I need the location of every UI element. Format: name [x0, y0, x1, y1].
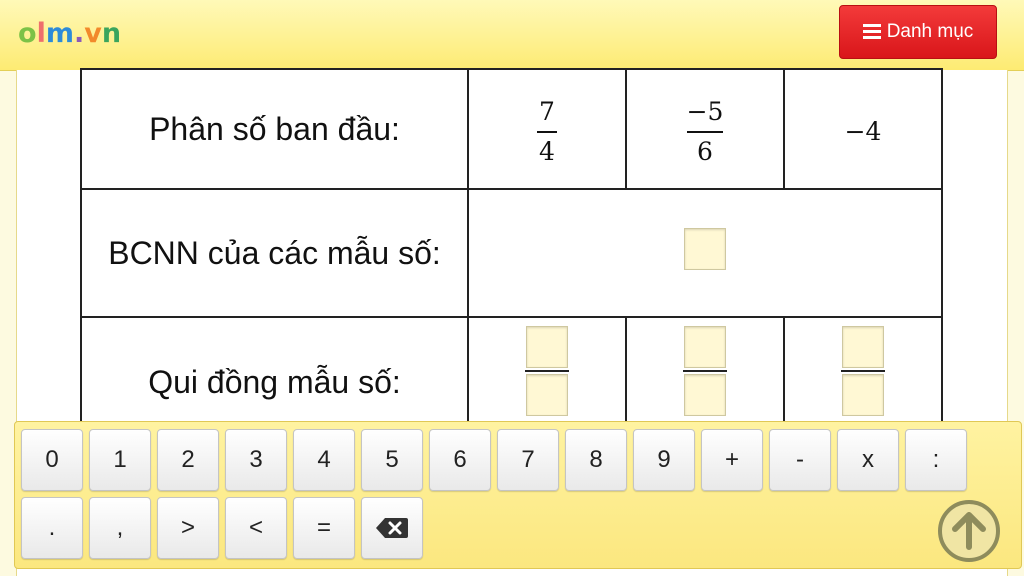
denominator-input[interactable] [684, 374, 726, 416]
lcm-input[interactable] [684, 228, 726, 270]
key-4[interactable]: 4 [293, 429, 355, 491]
menu-button-label: Danh mục [886, 21, 974, 42]
key-minus[interactable]: - [769, 429, 831, 491]
menu-button[interactable]: Danh mục [839, 5, 997, 59]
key-comma[interactable]: , [89, 497, 151, 559]
key-greater-than[interactable]: > [157, 497, 219, 559]
logo-letter: l [36, 18, 46, 49]
denominator: 6 [697, 137, 713, 166]
arrow-up-circle-icon[interactable] [938, 500, 1000, 562]
fraction: 7 4 [537, 97, 557, 167]
row-label: Phân số ban đầu: [149, 110, 400, 147]
key-6[interactable]: 6 [429, 429, 491, 491]
header-bar: olm.vn Danh mục [0, 0, 1024, 71]
row-label: Qui đồng mẫu số: [148, 364, 401, 400]
fraction-table: Phân số ban đầu: 7 4 −5 6 −4 BCNN của cá… [80, 68, 943, 460]
key-0[interactable]: 0 [21, 429, 83, 491]
numerator-input[interactable] [684, 326, 726, 368]
key-divide[interactable]: : [905, 429, 967, 491]
fraction-input [525, 326, 569, 416]
key-less-than[interactable]: < [225, 497, 287, 559]
whole-number: −4 [844, 116, 882, 146]
numerator: 7 [539, 97, 555, 126]
key-5[interactable]: 5 [361, 429, 423, 491]
logo-letter: v [84, 18, 102, 49]
key-2[interactable]: 2 [157, 429, 219, 491]
backspace-icon [375, 517, 409, 539]
key-multiply[interactable]: x [837, 429, 899, 491]
value-cell: −4 [783, 68, 943, 190]
key-3[interactable]: 3 [225, 429, 287, 491]
denominator: 4 [539, 137, 555, 166]
table-row: Phân số ban đầu: 7 4 −5 6 −4 [80, 68, 943, 190]
numerator: −5 [686, 97, 724, 126]
logo-letter: n [101, 18, 122, 49]
row-label: BCNN của các mẫu số: [108, 234, 441, 271]
value-cell: −5 6 [625, 68, 785, 190]
list-icon [862, 24, 881, 40]
logo-letter: m [45, 18, 74, 49]
key-plus[interactable]: + [701, 429, 763, 491]
row-label-cell: Phân số ban đầu: [80, 68, 469, 190]
fraction-input [683, 326, 727, 416]
lcm-answer-cell [467, 188, 943, 318]
fraction: −5 6 [686, 97, 724, 167]
site-logo[interactable]: olm.vn [18, 18, 121, 49]
logo-letter: . [73, 18, 85, 49]
row-label-cell: BCNN của các mẫu số: [80, 188, 469, 318]
numerator-input[interactable] [526, 326, 568, 368]
key-backspace[interactable] [361, 497, 423, 559]
denominator-input[interactable] [526, 374, 568, 416]
numerator-input[interactable] [842, 326, 884, 368]
table-row: BCNN của các mẫu số: [80, 188, 943, 318]
value-cell: 7 4 [467, 68, 627, 190]
denominator-input[interactable] [842, 374, 884, 416]
fraction-input [841, 326, 885, 416]
key-9[interactable]: 9 [633, 429, 695, 491]
key-1[interactable]: 1 [89, 429, 151, 491]
key-equals[interactable]: = [293, 497, 355, 559]
key-8[interactable]: 8 [565, 429, 627, 491]
key-period[interactable]: . [21, 497, 83, 559]
key-7[interactable]: 7 [497, 429, 559, 491]
logo-letter: o [18, 18, 37, 49]
virtual-keyboard: 0 1 2 3 4 5 6 7 8 9 + - x : . , > < = [14, 421, 1022, 569]
